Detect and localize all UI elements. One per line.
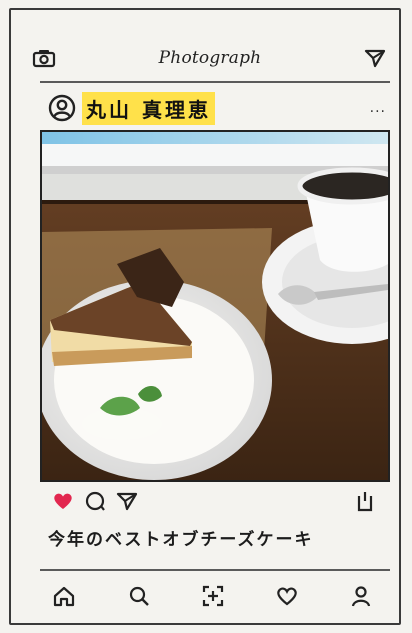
header-divider xyxy=(40,81,390,83)
post-photo[interactable] xyxy=(40,130,390,482)
bottom-nav xyxy=(52,579,372,613)
user-avatar-icon[interactable] xyxy=(48,94,76,122)
comment-icon[interactable] xyxy=(84,491,106,511)
post-actions xyxy=(52,487,384,515)
top-bar: Photograph xyxy=(32,36,386,80)
share-icon[interactable] xyxy=(116,491,138,511)
profile-icon[interactable] xyxy=(350,585,372,607)
nav-divider xyxy=(40,569,390,571)
save-icon[interactable] xyxy=(356,490,374,512)
camera-icon[interactable] xyxy=(32,48,56,68)
home-icon[interactable] xyxy=(52,585,76,607)
username[interactable]: 丸山 真理恵 xyxy=(82,91,215,125)
more-options-button[interactable]: ... xyxy=(370,100,386,116)
heart-icon[interactable] xyxy=(52,491,74,511)
send-icon[interactable] xyxy=(364,48,386,68)
activity-icon[interactable] xyxy=(276,586,298,606)
post-author-row: 丸山 真理恵 ... xyxy=(48,90,386,126)
add-post-icon[interactable] xyxy=(202,585,224,607)
app-title: Photograph xyxy=(158,48,262,68)
post-caption: 今年のベストオブチーズケーキ xyxy=(48,530,314,550)
search-icon[interactable] xyxy=(128,585,150,607)
